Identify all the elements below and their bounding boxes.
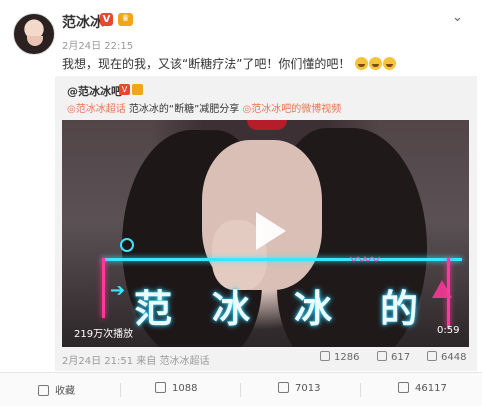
supertopic-link[interactable]: ◎范冰冰超话 [67, 104, 126, 115]
repost-forward-button[interactable]: 1286 [320, 351, 359, 363]
neon-wave-icon: 〰〰 [350, 250, 380, 269]
comment-button[interactable]: 7013 [278, 382, 320, 394]
neon-circle-icon [120, 238, 134, 252]
repost-text: 范冰冰的“断糖”减肥分享 [128, 104, 240, 115]
repost-forward-count: 1286 [334, 352, 360, 363]
video-frame-lips [247, 120, 287, 130]
star-icon [38, 385, 49, 396]
video-player[interactable]: 〰〰 ➔ 范 冰 冰 的 219万次播放 0:59 [62, 120, 469, 347]
video-title-char: 冰 [212, 287, 251, 331]
laugh-emoji-icon [355, 57, 369, 70]
like-count: 46117 [415, 383, 447, 394]
favorite-button[interactable]: 收藏 [38, 382, 75, 397]
repost-author[interactable]: @范冰冰吧 [67, 83, 122, 99]
action-bar: 收藏 1088 7013 46117 [0, 372, 482, 406]
comment-count: 7013 [295, 383, 321, 394]
repost-card: @范冰冰吧 V ◎范冰冰超话 范冰冰的“断糖”减肥分享 ◎范冰冰吧的微博视频 〰… [55, 76, 477, 371]
crown-icon: ♛ [118, 13, 133, 26]
divider [240, 383, 241, 397]
video-title-char: 冰 [294, 287, 333, 331]
forward-button[interactable]: 1088 [155, 382, 197, 394]
laugh-emoji-icon [383, 57, 397, 70]
like-icon [398, 382, 409, 393]
verified-icon: V [100, 13, 113, 26]
divider [360, 383, 361, 397]
repost-like-button[interactable]: 6448 [427, 351, 466, 363]
play-icon[interactable] [256, 212, 286, 250]
play-count: 219万次播放 [74, 329, 134, 340]
like-button[interactable]: 46117 [398, 382, 447, 394]
neon-arrow-icon: ➔ [110, 280, 126, 301]
crown-icon [132, 84, 143, 95]
like-icon [427, 351, 437, 361]
verified-icon: V [119, 84, 130, 95]
repost-comment-button[interactable]: 617 [377, 351, 410, 363]
post-text: 我想，现在的我，又该“断糖疗法”了吧！你们懂的吧！ [62, 57, 351, 71]
post-content: 我想，现在的我，又该“断糖疗法”了吧！你们懂的吧！ [62, 55, 397, 72]
neon-triangle-icon [432, 280, 452, 298]
neon-line [102, 258, 105, 318]
repost-comment-count: 617 [391, 352, 411, 363]
laugh-emoji-icon [369, 57, 383, 70]
comment-icon [377, 351, 387, 361]
neon-line [102, 258, 462, 261]
repost-tags: ◎范冰冰超话 范冰冰的“断糖”减肥分享 ◎范冰冰吧的微博视频 [67, 100, 341, 115]
post-time[interactable]: 2月24日 22:15 [62, 37, 133, 52]
author-name[interactable]: 范冰冰 [62, 12, 104, 32]
forward-icon [155, 382, 166, 393]
forward-count: 1088 [172, 383, 198, 394]
favorite-label: 收藏 [55, 386, 75, 397]
avatar[interactable] [13, 13, 55, 55]
forward-icon [320, 351, 330, 361]
video-title-char: 的 [380, 287, 419, 331]
repost-meta[interactable]: 2月24日 21:51 来自 范冰冰超话 [62, 352, 209, 367]
video-link[interactable]: ◎范冰冰吧的微博视频 [242, 104, 341, 115]
video-title-char: 范 [134, 287, 173, 331]
divider [120, 383, 121, 397]
repost-like-count: 6448 [441, 352, 467, 363]
video-duration: 0:59 [437, 325, 460, 336]
comment-icon [278, 382, 289, 393]
chevron-down-icon[interactable]: ⌄ [452, 10, 463, 25]
